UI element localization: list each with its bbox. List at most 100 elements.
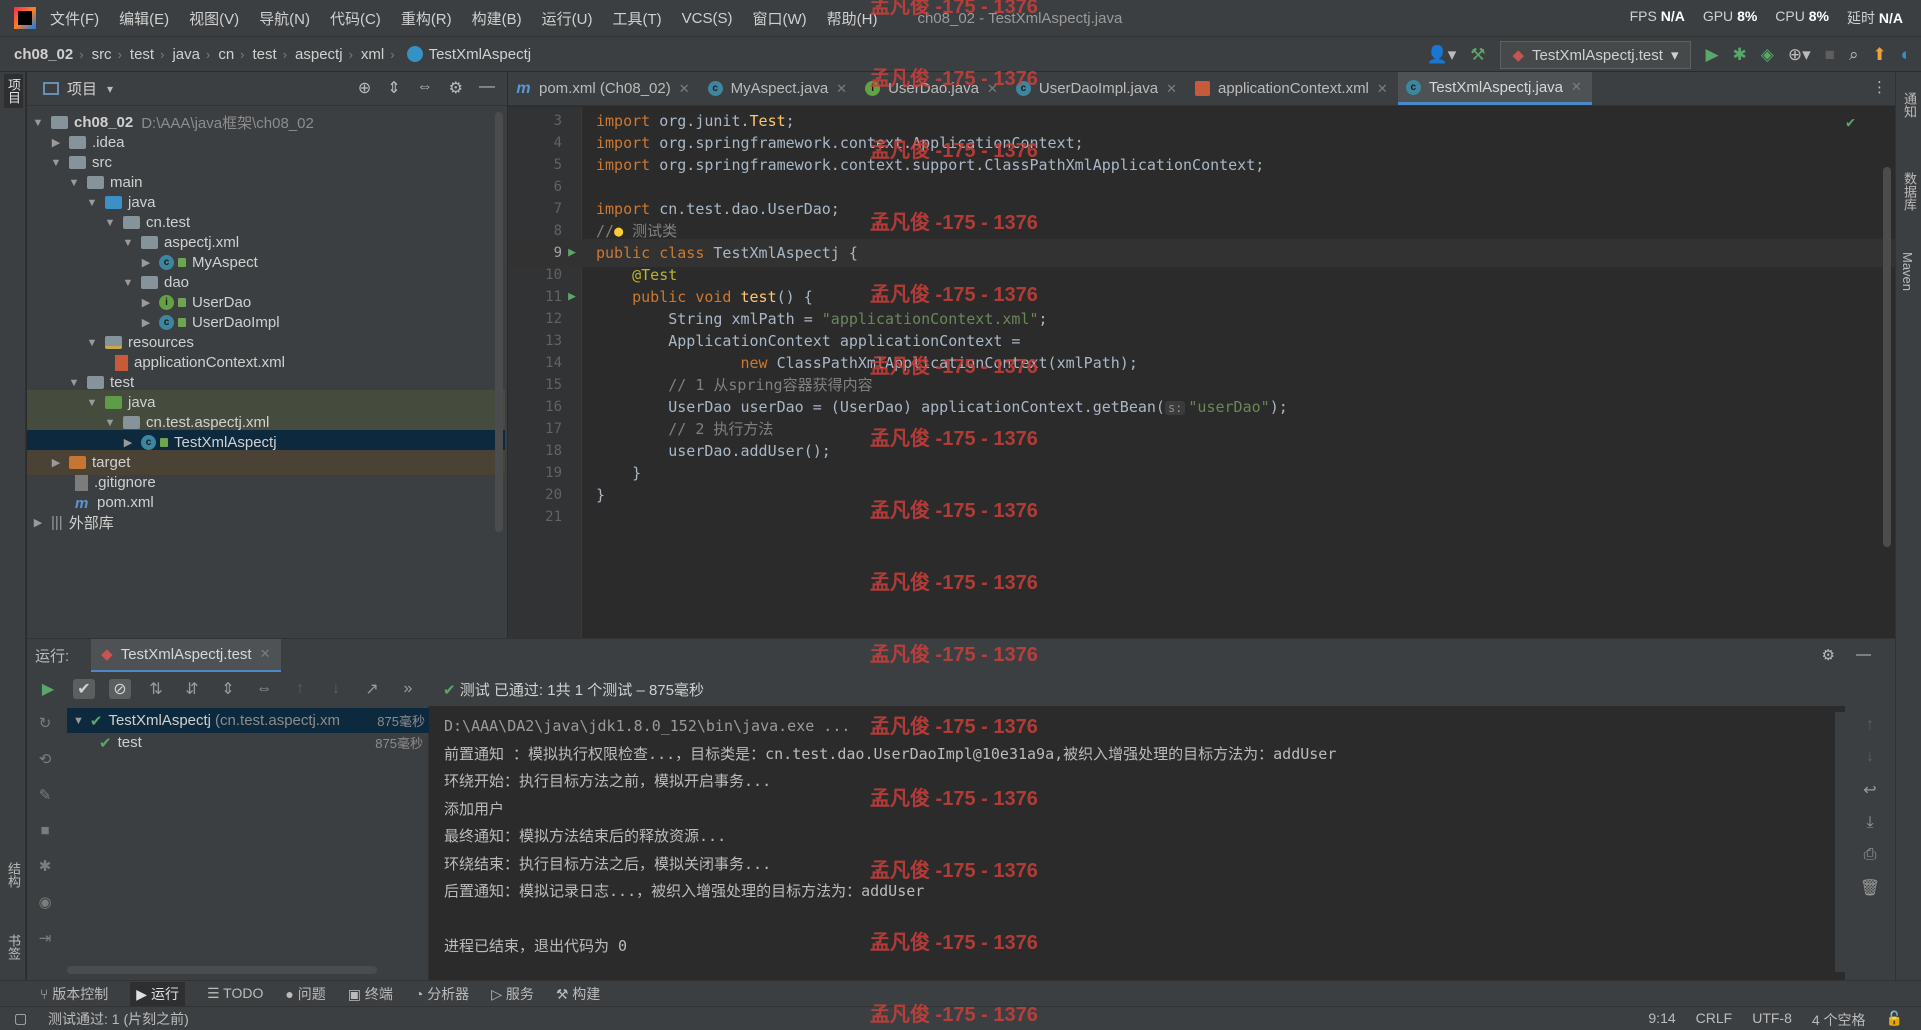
- run-icon[interactable]: ▶: [1705, 45, 1718, 65]
- arrow-up-icon[interactable]: ↑: [1866, 716, 1874, 734]
- project-scrollbar[interactable]: [495, 112, 503, 532]
- breadcrumb-test[interactable]: test: [122, 46, 154, 63]
- menu-vcs[interactable]: VCS(S): [682, 10, 733, 27]
- menu-window[interactable]: 窗口(W): [752, 8, 806, 29]
- indent-setting[interactable]: 4 个空格: [1812, 1010, 1866, 1030]
- plugin-icon[interactable]: ◐: [1901, 45, 1911, 65]
- debug-icon[interactable]: ✱: [1733, 45, 1747, 65]
- tab-applicationcontext[interactable]: applicationContext.xml ✕: [1187, 72, 1398, 105]
- notifications-tool-tab[interactable]: 通知: [1900, 92, 1919, 118]
- hide-panel-icon[interactable]: —: [1856, 646, 1871, 663]
- run-configuration-select[interactable]: ◆ TestXmlAspectj.test ▾: [1499, 41, 1692, 69]
- console-output[interactable]: D:\AAA\DA2\java\jdk1.8.0_152\bin\java.ex…: [430, 706, 1845, 980]
- layout-toggle-icon[interactable]: ▢: [14, 1010, 27, 1027]
- gear-icon[interactable]: ⚙: [1822, 646, 1835, 664]
- bookmarks-tool-tab[interactable]: 书签: [4, 934, 23, 960]
- profile-icon[interactable]: ⊕▾: [1788, 45, 1811, 65]
- close-icon[interactable]: ✕: [1571, 79, 1582, 95]
- collapse-all-icon[interactable]: ⇔: [417, 78, 433, 98]
- sort-alphabetically-icon[interactable]: ⇅: [145, 679, 167, 699]
- tab-myaspect[interactable]: c MyAspect.java ✕: [700, 72, 857, 105]
- breadcrumb-project[interactable]: ch08_02: [0, 46, 73, 63]
- print-icon[interactable]: ⎙: [1864, 846, 1877, 864]
- breadcrumb-cn[interactable]: cn: [210, 46, 234, 63]
- database-tool-tab[interactable]: 数据库: [1900, 172, 1919, 211]
- close-icon[interactable]: ✕: [836, 81, 847, 97]
- history-icon[interactable]: ⟲: [39, 750, 52, 768]
- tool-window-problems[interactable]: ● 问题: [285, 984, 325, 1004]
- test-tree-item-method[interactable]: ✔ test 875毫秒: [67, 730, 427, 755]
- tool-window-profiler[interactable]: ◔ 分析器: [415, 984, 469, 1004]
- menu-view[interactable]: 视图(V): [189, 8, 239, 29]
- show-passed-icon[interactable]: ✔: [73, 679, 95, 699]
- test-tree-scrollbar[interactable]: [67, 966, 377, 974]
- menu-file[interactable]: 文件(F): [50, 8, 99, 29]
- lock-icon[interactable]: 🔓: [1886, 1010, 1903, 1030]
- rerun-icon[interactable]: ▶: [37, 679, 59, 699]
- project-panel-title[interactable]: 项目: [67, 78, 97, 99]
- coverage-icon[interactable]: ◈: [1761, 45, 1774, 65]
- update-icon[interactable]: ⬆: [1872, 45, 1886, 65]
- tree-item-external-libraries[interactable]: ▶ ||| 外部库: [27, 510, 505, 535]
- inspection-ok-icon[interactable]: ✔: [1846, 113, 1855, 131]
- tool-window-services[interactable]: ▷ 服务: [491, 984, 534, 1004]
- trash-icon[interactable]: 🗑: [1860, 878, 1880, 898]
- close-icon[interactable]: ✕: [1377, 81, 1388, 97]
- breadcrumb-test-pkg[interactable]: test: [245, 46, 277, 63]
- sort-duration-icon[interactable]: ⇵: [181, 679, 203, 699]
- dump-threads-icon[interactable]: ✱: [39, 857, 52, 875]
- expand-all-icon[interactable]: ⇕: [387, 78, 400, 98]
- close-icon[interactable]: ✕: [987, 81, 998, 97]
- stop-icon[interactable]: ■: [1825, 45, 1835, 65]
- menu-build[interactable]: 构建(B): [472, 8, 522, 29]
- toggle-auto-test-icon[interactable]: ↻: [39, 714, 52, 732]
- maven-tool-tab[interactable]: Maven: [1900, 252, 1915, 291]
- scroll-to-end-icon[interactable]: ⤓: [1866, 814, 1873, 832]
- build-hammer-icon[interactable]: ⚒: [1470, 45, 1485, 65]
- status-message[interactable]: 测试通过: 1 (片刻之前): [48, 1009, 189, 1029]
- breadcrumb-java[interactable]: java: [164, 46, 200, 63]
- expand-all-icon[interactable]: ⇕: [217, 679, 239, 699]
- collapse-all-icon[interactable]: ⇔: [253, 680, 275, 698]
- search-icon[interactable]: ⌕: [1849, 45, 1859, 65]
- run-tab-testxmlaspectj[interactable]: ◆ TestXmlAspectj.test ✕: [91, 638, 281, 673]
- tool-window-todo[interactable]: ☰ TODO: [207, 985, 263, 1002]
- stop-icon[interactable]: ■: [40, 822, 49, 839]
- editor-scrollbar[interactable]: [1883, 167, 1891, 547]
- structure-tool-tab[interactable]: 结构: [4, 862, 23, 888]
- tab-testxmlaspectj[interactable]: c TestXmlAspectj.java ✕: [1397, 72, 1592, 105]
- menu-refactor[interactable]: 重构(R): [401, 8, 452, 29]
- tool-window-terminal[interactable]: ▣ 终端: [348, 984, 393, 1004]
- tab-userdao[interactable]: i UserDao.java ✕: [857, 72, 1008, 105]
- exit-icon[interactable]: ⇥: [39, 929, 52, 947]
- tab-userdaoimpl[interactable]: c UserDaoImpl.java ✕: [1008, 72, 1187, 105]
- gear-icon[interactable]: ⚙: [449, 78, 463, 98]
- breadcrumb-src[interactable]: src: [84, 46, 112, 63]
- console-scrollbar[interactable]: [1835, 712, 1845, 972]
- arrow-up-icon[interactable]: ↑: [289, 680, 311, 698]
- file-encoding[interactable]: UTF-8: [1752, 1010, 1792, 1030]
- breadcrumb-aspectj[interactable]: aspectj: [287, 46, 343, 63]
- camera-icon[interactable]: ◉: [38, 893, 51, 911]
- arrow-down-icon[interactable]: ↓: [1866, 748, 1874, 766]
- tool-window-build[interactable]: ⚒ 构建: [556, 984, 600, 1004]
- caret-position[interactable]: 9:14: [1648, 1010, 1675, 1030]
- run-test-gutter-icon[interactable]: ▶: [562, 289, 582, 304]
- breadcrumb-xml[interactable]: xml: [353, 46, 384, 63]
- more-tabs-icon[interactable]: ⋮: [1872, 78, 1887, 96]
- show-ignored-icon[interactable]: ⊘: [109, 679, 131, 699]
- menu-help[interactable]: 帮助(H): [827, 8, 878, 29]
- export-results-icon[interactable]: ↗: [361, 679, 383, 699]
- menu-tools[interactable]: 工具(T): [612, 8, 661, 29]
- lightbulb-icon[interactable]: ●: [614, 222, 623, 240]
- menu-run[interactable]: 运行(U): [542, 8, 593, 29]
- menu-edit[interactable]: 编辑(E): [119, 8, 169, 29]
- menu-code[interactable]: 代码(C): [330, 8, 381, 29]
- close-icon[interactable]: ✕: [1166, 81, 1177, 97]
- code-editor[interactable]: 3 import org.junit.Test; 4 import org.sp…: [508, 107, 1895, 638]
- close-icon[interactable]: ✕: [260, 646, 271, 662]
- line-separator[interactable]: CRLF: [1696, 1010, 1733, 1030]
- user-icon[interactable]: 👤▾: [1427, 45, 1457, 65]
- chevron-down-icon[interactable]: ▾: [107, 82, 113, 96]
- soft-wrap-icon[interactable]: ↩: [1863, 780, 1876, 800]
